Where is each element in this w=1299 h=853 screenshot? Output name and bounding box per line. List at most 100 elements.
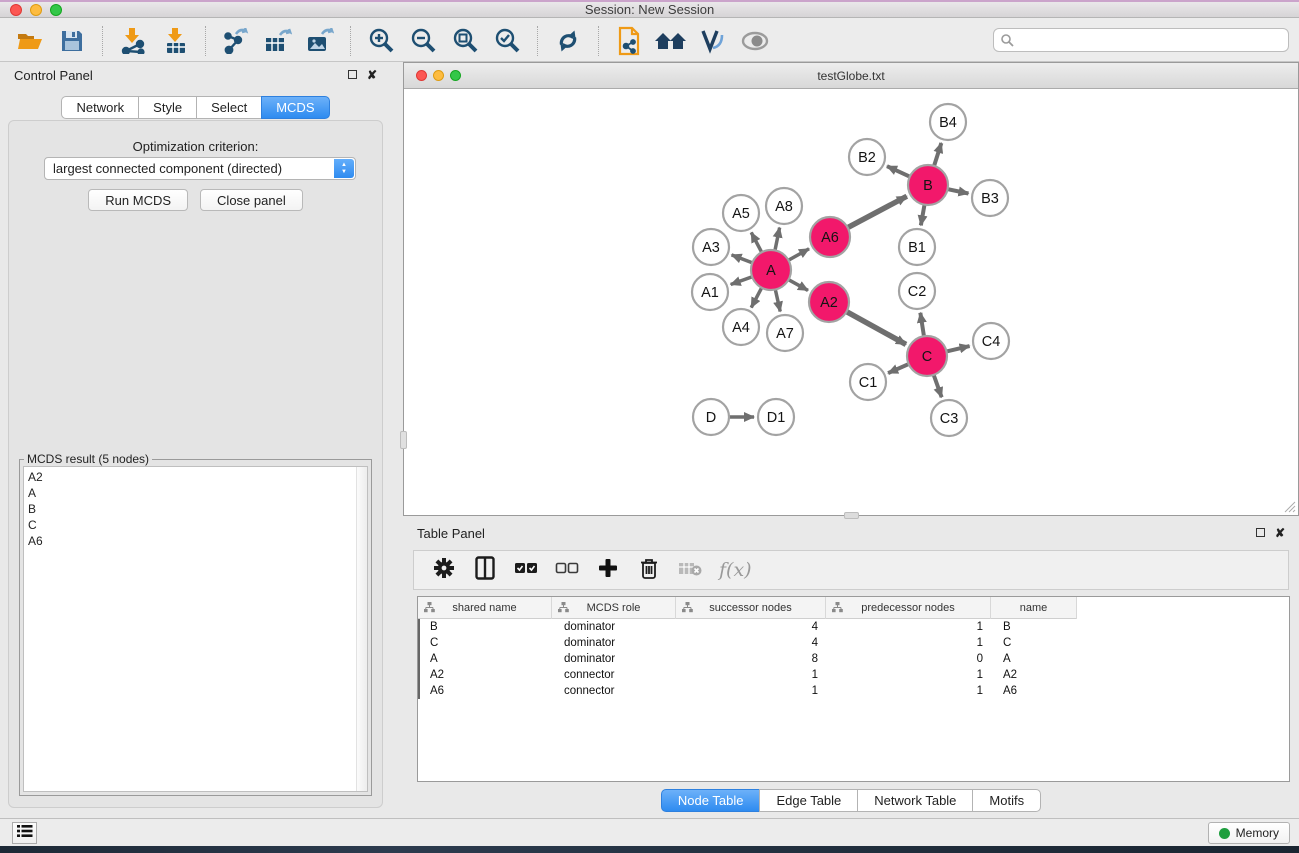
network-node-C1[interactable]: C1 xyxy=(850,364,886,400)
select-all-button[interactable] xyxy=(514,557,538,583)
network-node-C[interactable]: C xyxy=(907,336,947,376)
import-network-button[interactable] xyxy=(117,25,149,57)
search-input[interactable] xyxy=(993,28,1289,52)
export-network-button[interactable] xyxy=(220,25,252,57)
close-panel-icon[interactable]: ✘ xyxy=(367,69,377,81)
close-panel-button[interactable]: Close panel xyxy=(200,189,303,211)
memory-button[interactable]: Memory xyxy=(1208,822,1290,844)
mcds-result-item[interactable]: A6 xyxy=(28,533,367,549)
add-column-button[interactable] xyxy=(596,557,620,583)
criterion-dropdown[interactable]: largest connected component (directed) ▲… xyxy=(44,157,356,180)
float-panel-icon[interactable] xyxy=(348,69,357,81)
network-node-B[interactable]: B xyxy=(908,165,948,205)
table-settings-button[interactable] xyxy=(432,557,456,583)
column-header-shared-name[interactable]: shared name xyxy=(418,597,552,619)
unselect-all-button[interactable] xyxy=(555,557,579,583)
delete-column-button[interactable] xyxy=(637,557,661,583)
refresh-button[interactable] xyxy=(552,25,584,57)
table-cell[interactable]: 1 xyxy=(678,685,828,697)
network-node-A6[interactable]: A6 xyxy=(810,217,850,257)
tab-edge-table[interactable]: Edge Table xyxy=(759,789,857,812)
tab-node-table[interactable]: Node Table xyxy=(661,789,760,812)
network-node-A8[interactable]: A8 xyxy=(766,188,802,224)
table-cell[interactable]: A6 xyxy=(420,685,554,697)
table-cell[interactable]: dominator xyxy=(554,637,678,649)
column-header-name[interactable]: name xyxy=(991,597,1077,619)
table-cell[interactable]: dominator xyxy=(554,653,678,665)
eye-button[interactable] xyxy=(739,25,771,57)
result-list-scrollbar[interactable] xyxy=(356,467,367,791)
network-node-B2[interactable]: B2 xyxy=(849,139,885,175)
save-session-button[interactable] xyxy=(56,25,88,57)
table-cell[interactable]: 4 xyxy=(678,637,828,649)
table-cell[interactable]: 1 xyxy=(828,637,993,649)
home-button[interactable] xyxy=(655,25,687,57)
table-cell[interactable]: A6 xyxy=(993,685,1079,697)
table-cell[interactable]: connector xyxy=(554,669,678,681)
table-cell[interactable]: B xyxy=(993,621,1079,633)
vertical-splitter-handle[interactable] xyxy=(400,431,407,449)
export-image-button[interactable] xyxy=(304,25,336,57)
column-header-successor-nodes[interactable]: successor nodes xyxy=(676,597,826,619)
table-cell[interactable]: 1 xyxy=(828,669,993,681)
network-node-A7[interactable]: A7 xyxy=(767,315,803,351)
table-cell[interactable]: 0 xyxy=(828,653,993,665)
table-cell[interactable]: 1 xyxy=(828,685,993,697)
table-cell[interactable]: 1 xyxy=(828,621,993,633)
table-cell[interactable]: connector xyxy=(554,685,678,697)
network-node-C2[interactable]: C2 xyxy=(899,273,935,309)
tab-network-table[interactable]: Network Table xyxy=(857,789,972,812)
table-cell[interactable]: B xyxy=(420,621,554,633)
mcds-result-item[interactable]: A2 xyxy=(28,469,367,485)
network-node-A2[interactable]: A2 xyxy=(809,282,849,322)
mcds-result-item[interactable]: B xyxy=(28,501,367,517)
network-node-A1[interactable]: A1 xyxy=(692,274,728,310)
float-table-panel-icon[interactable] xyxy=(1256,527,1265,539)
zoom-selected-button[interactable] xyxy=(491,25,523,57)
tab-network[interactable]: Network xyxy=(61,96,138,119)
open-file-button[interactable] xyxy=(14,25,46,57)
column-header-predecessor-nodes[interactable]: predecessor nodes xyxy=(826,597,991,619)
tab-style[interactable]: Style xyxy=(138,96,196,119)
tab-select[interactable]: Select xyxy=(196,96,261,119)
export-table-button[interactable] xyxy=(262,25,294,57)
network-node-B1[interactable]: B1 xyxy=(899,229,935,265)
zoom-in-button[interactable] xyxy=(365,25,397,57)
table-cell[interactable]: A2 xyxy=(993,669,1079,681)
network-node-A3[interactable]: A3 xyxy=(693,229,729,265)
show-columns-button[interactable] xyxy=(473,557,497,583)
mcds-result-list[interactable]: A2ABCA6 xyxy=(23,466,368,792)
table-cell[interactable]: A xyxy=(420,653,554,665)
table-cell[interactable]: dominator xyxy=(554,621,678,633)
delete-table-button[interactable] xyxy=(678,557,702,583)
table-cell[interactable]: A2 xyxy=(420,669,554,681)
network-node-A5[interactable]: A5 xyxy=(723,195,759,231)
tab-mcds[interactable]: MCDS xyxy=(261,96,329,119)
network-node-A[interactable]: A xyxy=(751,250,791,290)
network-node-D[interactable]: D xyxy=(693,399,729,435)
tab-motifs[interactable]: Motifs xyxy=(972,789,1041,812)
zoom-fit-button[interactable] xyxy=(449,25,481,57)
network-window-titlebar[interactable]: testGlobe.txt xyxy=(404,63,1298,89)
task-history-button[interactable] xyxy=(12,822,37,844)
network-node-B3[interactable]: B3 xyxy=(972,180,1008,216)
table-cell[interactable]: A xyxy=(993,653,1079,665)
mcds-result-item[interactable]: C xyxy=(28,517,367,533)
import-table-button[interactable] xyxy=(159,25,191,57)
zoom-out-button[interactable] xyxy=(407,25,439,57)
table-cell[interactable]: C xyxy=(420,637,554,649)
function-builder-button[interactable]: f(x) xyxy=(719,557,752,583)
new-network-from-file-button[interactable] xyxy=(613,25,645,57)
table-cell[interactable]: 1 xyxy=(678,669,828,681)
network-node-A4[interactable]: A4 xyxy=(723,309,759,345)
column-header-MCDS-role[interactable]: MCDS role xyxy=(552,597,676,619)
graphics-details-button[interactable] xyxy=(697,25,729,57)
close-table-panel-icon[interactable]: ✘ xyxy=(1275,527,1285,539)
run-mcds-button[interactable]: Run MCDS xyxy=(88,189,188,211)
mcds-result-item[interactable]: A xyxy=(28,485,367,501)
table-cell[interactable]: 4 xyxy=(678,621,828,633)
network-node-C4[interactable]: C4 xyxy=(973,323,1009,359)
horizontal-splitter-handle[interactable] xyxy=(844,512,859,519)
network-node-B4[interactable]: B4 xyxy=(930,104,966,140)
network-canvas[interactable]: B4B2BB3A8A5A6A3B1AC2A1A2A4A7C4CC1C3DD1 xyxy=(404,89,1298,515)
